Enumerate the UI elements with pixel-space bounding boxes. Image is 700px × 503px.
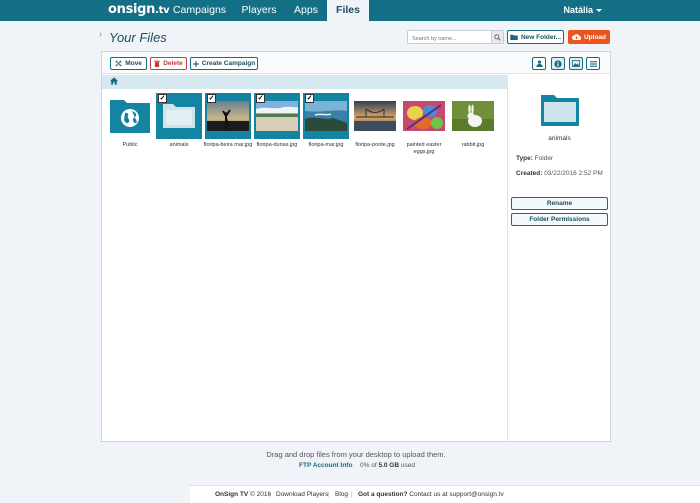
chevron-right-icon: › — [99, 29, 102, 39]
info-icon — [554, 59, 562, 68]
page-title: › Your Files — [99, 29, 167, 45]
image-thumbnail — [403, 101, 445, 131]
details-type: Type: Folder — [516, 155, 554, 162]
footer-separator: | — [351, 491, 353, 498]
user-icon — [535, 60, 543, 67]
file-name: animals — [169, 142, 189, 148]
search-box — [407, 30, 504, 45]
file-name: rabbit.jpg — [461, 142, 485, 148]
file-name: painted easter eggs.jpg — [406, 142, 442, 155]
file-thumb — [352, 93, 398, 139]
breadcrumb — [102, 75, 507, 89]
folder-icon — [510, 34, 518, 40]
image-thumbnail — [207, 101, 249, 131]
top-nav: onsign.tv Campaigns Players Apps Files N… — [0, 0, 700, 21]
user-menu[interactable]: Natália — [563, 0, 602, 21]
new-folder-button[interactable]: New Folder... — [507, 30, 564, 44]
file-browser-panel: Move Delete Create Campaign Public ✓ ani… — [101, 51, 611, 442]
home-icon[interactable] — [110, 77, 118, 85]
nav-apps[interactable]: Apps — [285, 0, 327, 21]
file-thumb: ✓ — [254, 93, 300, 139]
file-item-rabbit[interactable]: rabbit.jpg — [450, 93, 496, 149]
nav-files[interactable]: Files — [327, 0, 369, 21]
checkbox-checked[interactable]: ✓ — [305, 94, 314, 103]
image-icon — [572, 60, 580, 67]
file-name: floripa-ponte.jpg — [355, 142, 395, 148]
file-thumb — [107, 93, 153, 139]
footer-separator: | — [328, 491, 330, 498]
file-name: floripa-beira mar.jpg — [203, 142, 253, 148]
move-arrows-icon — [115, 60, 122, 67]
plus-icon — [192, 60, 199, 67]
move-button[interactable]: Move — [110, 57, 147, 70]
nav-players[interactable]: Players — [233, 0, 285, 21]
search-input[interactable] — [408, 33, 492, 45]
footer-contact: Got a question? Contact us at support@on… — [358, 491, 504, 498]
footer-brand: OnSign TV © 2016 — [215, 491, 272, 498]
checkbox-checked[interactable]: ✓ — [256, 94, 265, 103]
delete-button[interactable]: Delete — [150, 57, 187, 70]
search-button[interactable] — [491, 31, 503, 43]
rename-button[interactable]: Rename — [511, 197, 608, 210]
file-item-floripa-ponte[interactable]: floripa-ponte.jpg — [352, 93, 398, 149]
folder-icon — [163, 104, 195, 128]
storage-usage: 0% of 5.0 GB used — [360, 462, 415, 469]
blog-link[interactable]: Blog — [335, 491, 348, 498]
folder-icon — [541, 95, 579, 126]
file-thumb: ✓ — [205, 93, 251, 139]
upload-button[interactable]: Upload — [568, 30, 610, 44]
details-panel: animals Type: Folder Created: 03/22/2016… — [507, 75, 610, 441]
image-thumbnail — [256, 101, 298, 131]
download-players-link[interactable]: Download Players — [276, 491, 328, 498]
list-icon — [589, 60, 597, 67]
trash-icon — [154, 60, 161, 67]
footer-separator: | — [269, 491, 271, 498]
thumbnail-view-button[interactable] — [569, 57, 583, 70]
drop-hint: Drag and drop files from your desktop to… — [266, 450, 446, 459]
folder-permissions-button[interactable]: Folder Permissions — [511, 213, 608, 226]
user-view-button[interactable] — [532, 57, 546, 70]
info-button[interactable] — [551, 57, 565, 70]
list-view-button[interactable] — [586, 57, 600, 70]
search-icon — [494, 33, 501, 41]
file-thumb — [401, 93, 447, 139]
image-thumbnail — [452, 101, 494, 131]
onsign-logo[interactable]: onsign.tv — [108, 2, 170, 17]
toolbar: Move Delete Create Campaign — [102, 52, 610, 74]
image-thumbnail — [305, 101, 347, 131]
checkbox-checked[interactable]: ✓ — [158, 94, 167, 103]
file-name: floripa-dunas.jpg — [256, 142, 298, 148]
file-thumb: ✓ — [156, 93, 202, 139]
file-thumb — [450, 93, 496, 139]
cloud-upload-icon — [571, 34, 581, 40]
file-item-animals[interactable]: ✓ animals — [156, 93, 202, 149]
file-thumb: ✓ — [303, 93, 349, 139]
file-item-public[interactable]: Public — [107, 93, 153, 149]
checkbox-checked[interactable]: ✓ — [207, 94, 216, 103]
file-item-floripa-beira-mar[interactable]: ✓ floripa-beira mar.jpg — [203, 93, 253, 149]
globe-folder-icon — [110, 100, 150, 133]
chevron-down-icon — [596, 9, 602, 13]
image-thumbnail — [354, 101, 396, 131]
footer: OnSign TV © 2016 | Download Players | Bl… — [190, 485, 700, 503]
details-created: Created: 03/22/2016 2:52 PM — [516, 170, 603, 177]
file-item-floripa-mar[interactable]: ✓ floripa-mar.jpg — [303, 93, 349, 149]
details-name: animals — [548, 135, 571, 142]
file-name: floripa-mar.jpg — [308, 142, 344, 148]
nav-campaigns[interactable]: Campaigns — [166, 0, 233, 21]
create-campaign-button[interactable]: Create Campaign — [190, 57, 258, 70]
file-item-floripa-dunas[interactable]: ✓ floripa-dunas.jpg — [254, 93, 300, 149]
ftp-account-link[interactable]: FTP Account Info — [299, 462, 352, 469]
file-name: Public — [122, 142, 138, 148]
file-item-painted-easter-eggs[interactable]: painted easter eggs.jpg — [401, 93, 447, 155]
